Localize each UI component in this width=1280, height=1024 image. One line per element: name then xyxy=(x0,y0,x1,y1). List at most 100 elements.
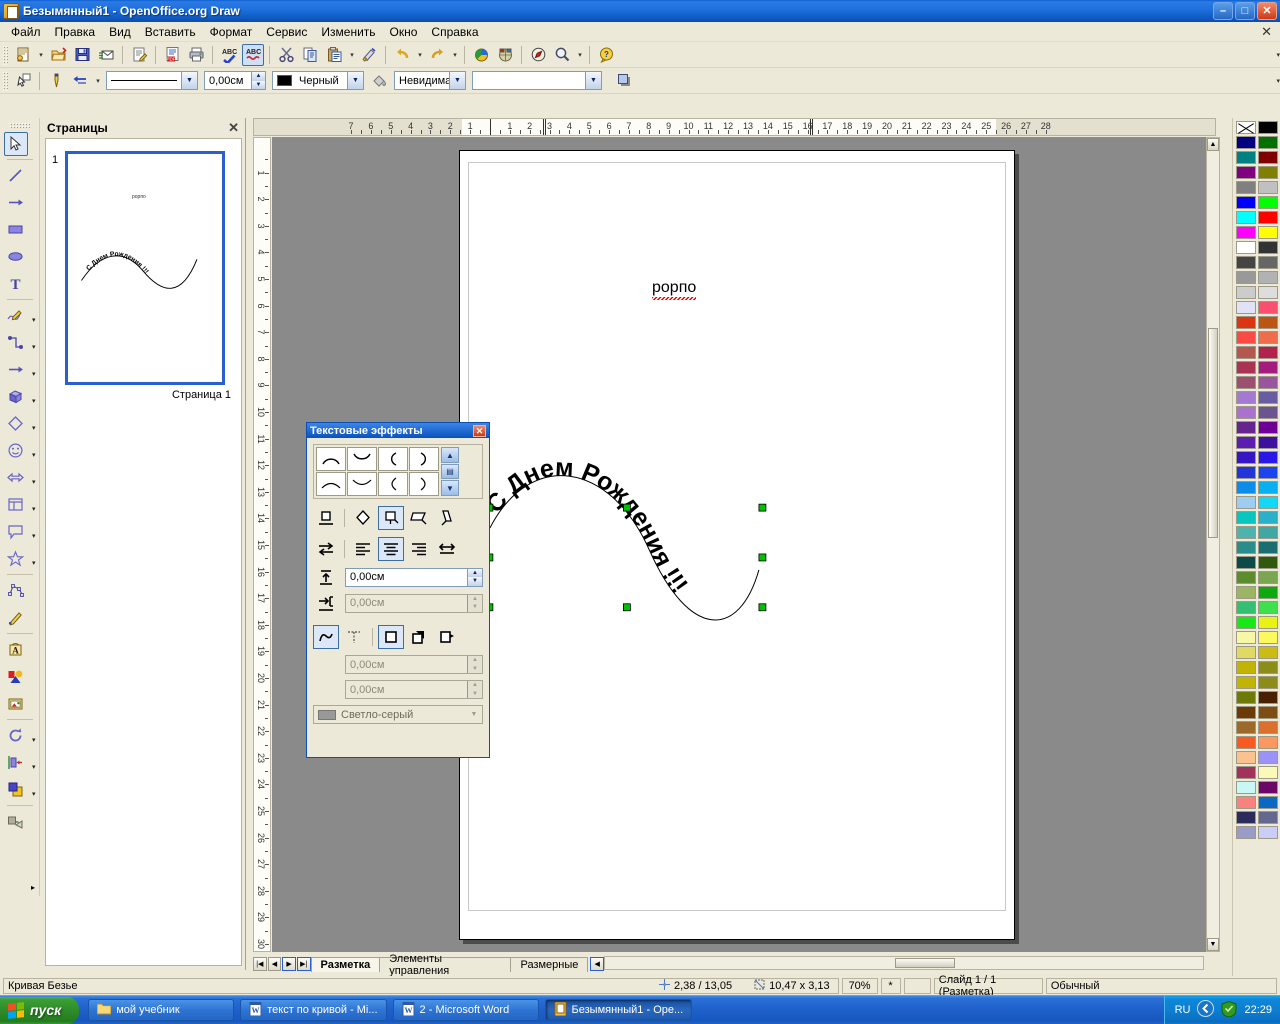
palette-color-swatch[interactable] xyxy=(1236,211,1256,224)
vertical-scroll-thumb[interactable] xyxy=(1208,328,1218,538)
shadow-icon[interactable] xyxy=(613,70,635,92)
arch-down-curve-shape[interactable] xyxy=(347,472,377,496)
palette-color-swatch[interactable] xyxy=(1258,376,1278,389)
palette-color-swatch[interactable] xyxy=(1258,481,1278,494)
shadow-color-combo[interactable]: Светло-серый ▼ xyxy=(313,705,483,724)
chevron-down-icon[interactable]: ▾ xyxy=(32,736,36,744)
zoom-icon[interactable] xyxy=(551,44,573,66)
palette-color-swatch[interactable] xyxy=(1258,676,1278,689)
handle-mid-right[interactable] xyxy=(758,553,767,562)
palette-color-swatch[interactable] xyxy=(1236,316,1256,329)
flowchart-tool[interactable]: ▾ xyxy=(2,491,38,518)
help-icon[interactable]: ? xyxy=(595,44,617,66)
shadow-y-field[interactable]: 0,00см ▲ ▼ xyxy=(345,680,483,699)
toolbar-grip[interactable] xyxy=(2,70,9,91)
paste-dropdown[interactable]: ▾ xyxy=(347,44,357,66)
menu-insert[interactable]: Вставить xyxy=(138,23,203,41)
maximize-button[interactable]: □ xyxy=(1235,2,1255,20)
arch-down-arc-shape[interactable] xyxy=(347,447,377,471)
palette-color-swatch[interactable] xyxy=(1258,466,1278,479)
upright-button[interactable] xyxy=(378,506,404,530)
palette-color-swatch[interactable] xyxy=(1236,301,1256,314)
antivirus-shield-icon[interactable] xyxy=(1221,1000,1237,1020)
line-arrow-tool[interactable] xyxy=(2,189,38,216)
palette-color-swatch[interactable] xyxy=(1258,751,1278,764)
palette-color-swatch[interactable] xyxy=(1258,586,1278,599)
text-effects-dialog[interactable]: Текстовые эффекты ✕ ▲ ▤ ▼ 0,00см ▲ ▼ 0,0… xyxy=(306,422,490,758)
palette-color-swatch[interactable] xyxy=(1258,331,1278,344)
palette-color-swatch[interactable] xyxy=(1236,391,1256,404)
gallery-scrollbar[interactable]: ▲ ▤ ▼ xyxy=(441,447,459,496)
handle-top-right[interactable] xyxy=(758,503,767,512)
palette-color-swatch[interactable] xyxy=(1236,436,1256,449)
palette-color-swatch[interactable] xyxy=(1236,361,1256,374)
toolbar-grip[interactable] xyxy=(2,44,9,65)
palette-color-swatch[interactable] xyxy=(1236,241,1256,254)
gallery-icon[interactable] xyxy=(494,44,516,66)
area-style-combo[interactable]: Невидимая ▼ xyxy=(394,71,466,90)
scroll-up-button[interactable]: ▲ xyxy=(1207,138,1219,151)
chevron-down-icon[interactable]: ▾ xyxy=(32,397,36,405)
taskbar-item-draw[interactable]: Безымянный1 - Оре... xyxy=(544,999,693,1021)
palette-color-swatch[interactable] xyxy=(1258,226,1278,239)
layer-tab-controls[interactable]: Элементы управления xyxy=(379,953,512,977)
gallery-scroll-thumb[interactable]: ▤ xyxy=(441,464,459,479)
palette-color-swatch[interactable] xyxy=(1236,481,1256,494)
align-right-button[interactable] xyxy=(406,537,432,561)
block-arrows-tool[interactable]: ▾ xyxy=(2,464,38,491)
normal-shadow-button[interactable] xyxy=(406,625,432,649)
tab-scroll-left-button[interactable]: ◀ xyxy=(590,957,604,971)
horizontal-ruler[interactable]: 7 6 5 4 3 2 1 1 2 3 4 5 6 7 8 9 10 11 12 13 14 15 16 17 18 19 20 21… xyxy=(253,118,1216,136)
palette-color-swatch[interactable] xyxy=(1258,166,1278,179)
spellcheck-icon[interactable]: ABC xyxy=(218,44,240,66)
taskbar-item-folder[interactable]: мой учебник xyxy=(88,999,235,1021)
rotate-tool[interactable]: ▾ xyxy=(2,722,38,749)
send-email-icon[interactable] xyxy=(95,44,117,66)
undo-dropdown[interactable]: ▾ xyxy=(415,44,425,66)
palette-color-swatch[interactable] xyxy=(1236,811,1256,824)
palette-color-swatch[interactable] xyxy=(1258,541,1278,554)
palette-color-swatch[interactable] xyxy=(1258,436,1278,449)
first-page-button[interactable]: |◀ xyxy=(253,957,267,971)
palette-color-swatch[interactable] xyxy=(1258,811,1278,824)
menu-edit[interactable]: Правка xyxy=(48,23,103,41)
palette-color-swatch[interactable] xyxy=(1258,781,1278,794)
menu-file[interactable]: Файл xyxy=(4,23,48,41)
undo-icon[interactable] xyxy=(391,44,413,66)
paste-icon[interactable] xyxy=(323,44,345,66)
palette-color-swatch[interactable] xyxy=(1258,646,1278,659)
palette-color-swatch[interactable] xyxy=(1236,766,1256,779)
palette-color-swatch[interactable] xyxy=(1236,451,1256,464)
scroll-down-button[interactable]: ▼ xyxy=(441,480,459,496)
insert-image-tool[interactable] xyxy=(2,663,38,690)
new-document-icon[interactable] xyxy=(12,44,34,66)
palette-color-swatch[interactable] xyxy=(1258,121,1278,134)
palette-color-swatch[interactable] xyxy=(1236,466,1256,479)
palette-color-swatch[interactable] xyxy=(1258,826,1278,839)
drawing-toolbar-overflow[interactable]: ▸ xyxy=(31,883,39,896)
palette-color-swatch[interactable] xyxy=(1236,631,1256,644)
chevron-down-icon[interactable]: ▼ xyxy=(181,72,197,89)
chevron-down-icon[interactable]: ▾ xyxy=(32,532,36,540)
page-thumbnail-1[interactable]: рорпо С Днем Рождения !!! xyxy=(65,151,225,385)
palette-color-swatch[interactable] xyxy=(1236,376,1256,389)
save-document-icon[interactable] xyxy=(71,44,93,66)
standard-toolbar-overflow[interactable]: ▾ xyxy=(1276,51,1280,59)
palette-color-swatch[interactable] xyxy=(1236,226,1256,239)
palette-color-swatch[interactable] xyxy=(1258,241,1278,254)
palette-color-swatch[interactable] xyxy=(1236,601,1256,614)
scroll-up-button[interactable]: ▲ xyxy=(441,447,459,463)
palette-color-swatch[interactable] xyxy=(1236,406,1256,419)
pages-list[interactable]: 1 рорпо С Днем Рождения !!! Страница 1 xyxy=(45,138,242,966)
palette-color-swatch[interactable] xyxy=(1236,646,1256,659)
palette-color-swatch[interactable] xyxy=(1258,316,1278,329)
palette-color-swatch[interactable] xyxy=(1236,586,1256,599)
lines-and-arrows-tool[interactable]: ▾ xyxy=(2,356,38,383)
basic-shapes-tool[interactable]: ▾ xyxy=(2,410,38,437)
palette-color-swatch[interactable] xyxy=(1236,166,1256,179)
horizontal-scroll-thumb[interactable] xyxy=(895,958,955,968)
chart-icon[interactable] xyxy=(470,44,492,66)
palette-color-swatch[interactable] xyxy=(1258,661,1278,674)
palette-color-swatch[interactable] xyxy=(1258,406,1278,419)
navigator-icon[interactable] xyxy=(527,44,549,66)
